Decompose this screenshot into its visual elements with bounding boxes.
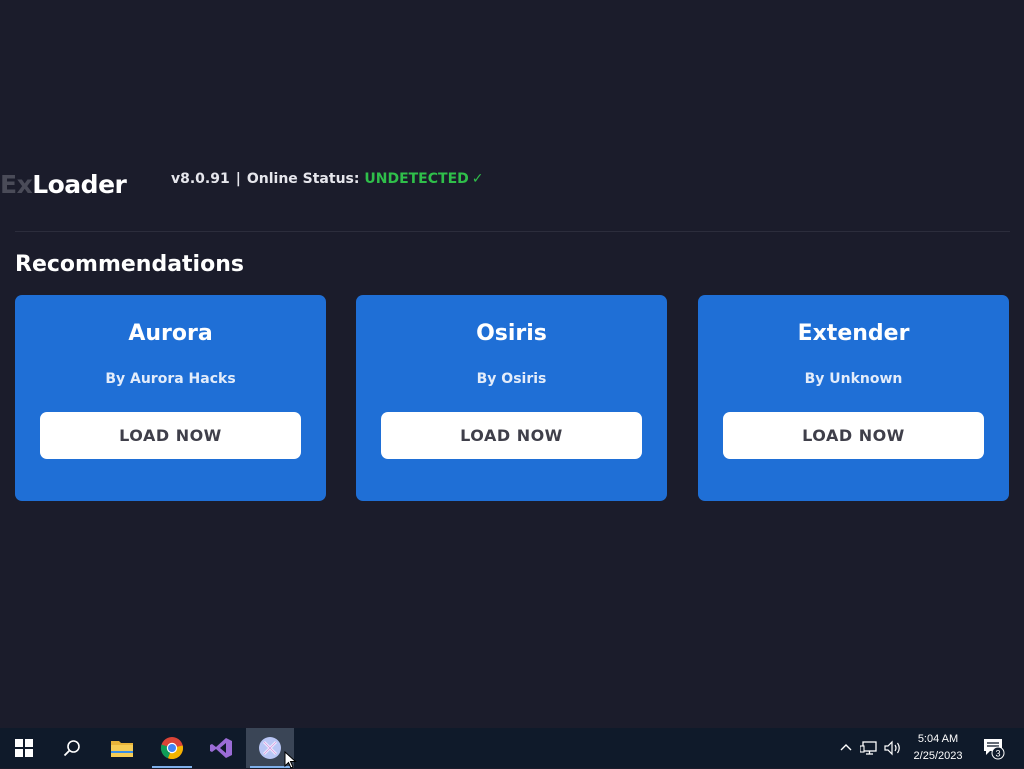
app-logo: ExLoader bbox=[0, 170, 127, 199]
section-title: Recommendations bbox=[15, 252, 244, 277]
card-title: Osiris bbox=[476, 321, 547, 346]
load-now-button[interactable]: LOAD NOW bbox=[723, 412, 984, 459]
taskbar-chrome[interactable] bbox=[148, 728, 196, 768]
notification-count: 3 bbox=[995, 749, 1000, 759]
clock-time: 5:04 AM bbox=[917, 733, 959, 745]
taskbar-file-explorer[interactable] bbox=[98, 728, 146, 768]
visual-studio-icon bbox=[210, 738, 232, 758]
search-button[interactable] bbox=[48, 728, 96, 768]
version-label: v8.0.91 bbox=[171, 171, 230, 187]
separator: | bbox=[235, 171, 241, 187]
logo-suffix: Loader bbox=[32, 170, 127, 199]
action-center[interactable]: 3 bbox=[982, 728, 1006, 768]
volume-icon[interactable] bbox=[884, 740, 902, 756]
load-now-button[interactable]: LOAD NOW bbox=[40, 412, 301, 459]
clock-date: 2/25/2023 bbox=[913, 750, 963, 762]
clock[interactable]: 5:04 AM 2/25/2023 bbox=[905, 731, 971, 765]
chrome-icon bbox=[160, 737, 184, 760]
card-title: Aurora bbox=[128, 321, 213, 346]
status-value: UNDETECTED bbox=[364, 171, 469, 187]
search-icon bbox=[63, 740, 80, 757]
load-now-button[interactable]: LOAD NOW bbox=[381, 412, 642, 459]
file-explorer-icon bbox=[111, 741, 133, 757]
mouse-cursor-icon bbox=[284, 751, 297, 769]
start-icon bbox=[15, 739, 33, 757]
card-author: By Unknown bbox=[804, 371, 903, 387]
card-extender: Extender By Unknown LOAD NOW bbox=[698, 295, 1009, 501]
chevron-up-icon[interactable] bbox=[838, 740, 854, 756]
start-button[interactable] bbox=[0, 728, 48, 768]
status-label: Online Status: bbox=[246, 171, 360, 187]
logo-prefix: Ex bbox=[0, 170, 33, 199]
notification-icon: 3 bbox=[984, 739, 1005, 760]
status-line: v8.0.91 | Online Status: UNDETECTED ✓ bbox=[171, 171, 484, 187]
taskbar-visual-studio[interactable] bbox=[197, 728, 245, 768]
exloader-window: ExLoader v8.0.91 | Online Status: UNDETECT… bbox=[0, 0, 1024, 728]
system-tray bbox=[838, 728, 902, 768]
exloader-icon bbox=[259, 737, 281, 759]
network-icon[interactable] bbox=[860, 740, 878, 756]
card-author: By Osiris bbox=[476, 371, 547, 387]
taskbar: 5:04 AM 2/25/2023 3 bbox=[0, 728, 1024, 768]
card-author: By Aurora Hacks bbox=[105, 371, 236, 387]
card-aurora: Aurora By Aurora Hacks LOAD NOW bbox=[15, 295, 326, 501]
check-icon: ✓ bbox=[471, 171, 484, 187]
divider bbox=[15, 231, 1010, 232]
card-title: Extender bbox=[797, 321, 910, 346]
card-osiris: Osiris By Osiris LOAD NOW bbox=[356, 295, 667, 501]
header: ExLoader v8.0.91 | Online Status: UNDETECT… bbox=[0, 160, 1024, 210]
